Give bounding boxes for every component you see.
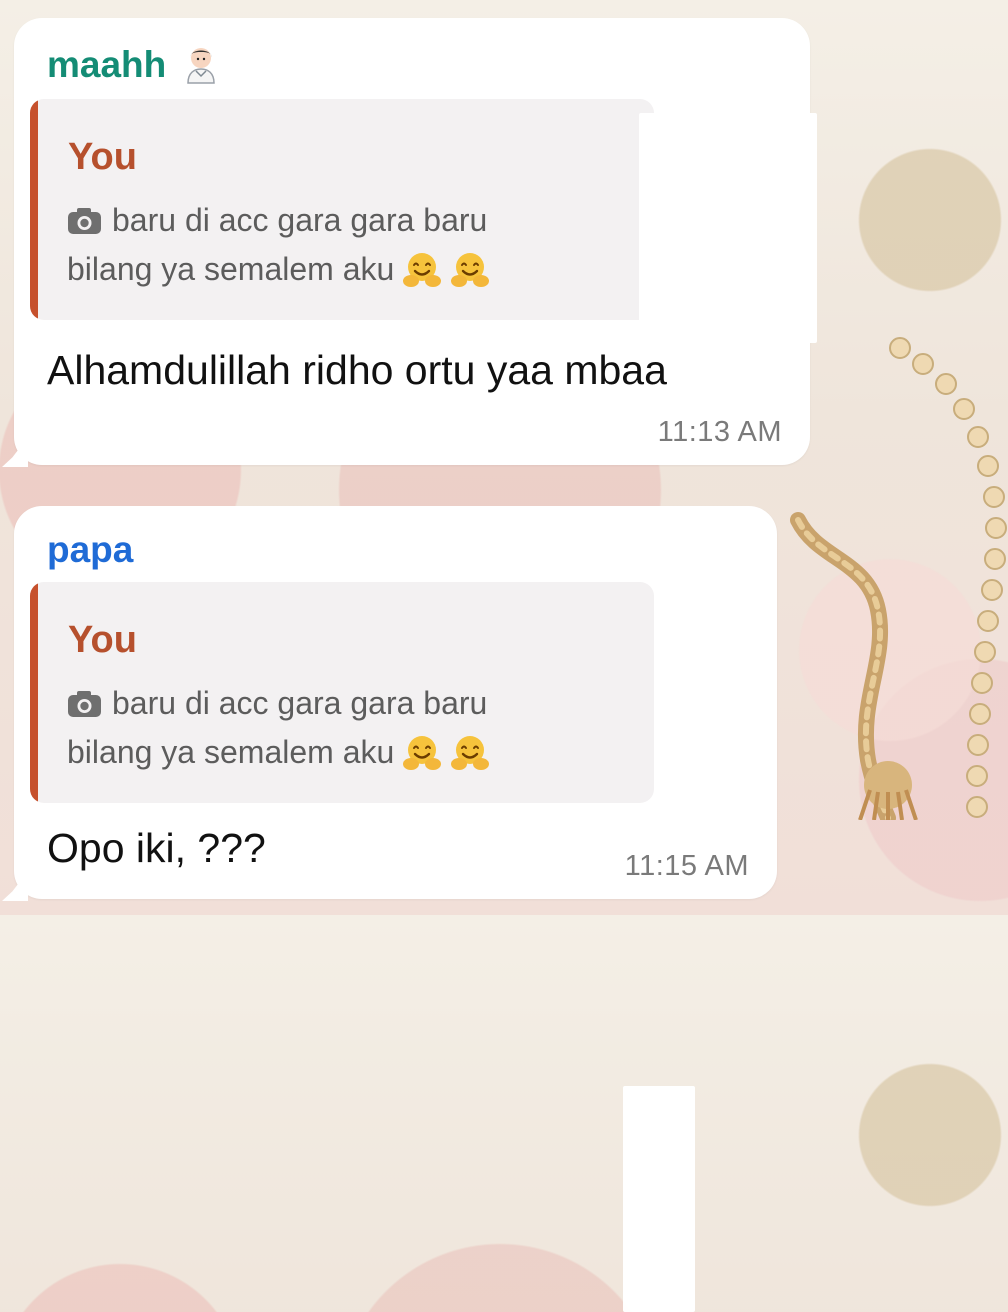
- quoted-author: You: [68, 619, 137, 661]
- smiling-face-with-open-hands-icon: [403, 252, 442, 287]
- smiling-face-with-open-hands-icon: [451, 252, 490, 287]
- sender-name: maahh: [47, 43, 167, 85]
- message-time: 11:15 AM: [624, 850, 749, 882]
- quoted-text-block: baru di acc gara gara baru bilang ya sem…: [67, 196, 607, 294]
- quoted-text-line-1: baru di acc gara gara baru: [112, 685, 488, 721]
- quoted-text-line-1: baru di acc gara gara baru: [112, 202, 488, 238]
- message-bubble[interactable]: maahh You baru di acc gara gara baru bil…: [2, 18, 817, 467]
- decorative-rope-background: [790, 512, 918, 820]
- quoted-author: You: [68, 136, 137, 178]
- woman-health-worker-emoji-icon: [187, 48, 216, 84]
- quoted-text-block: baru di acc gara gara baru bilang ya sem…: [67, 679, 607, 777]
- quoted-line-2: bilang ya semalem aku: [67, 728, 607, 777]
- quoted-text-line-2: bilang ya semalem aku: [67, 734, 395, 770]
- smiling-face-with-open-hands-icon: [451, 735, 490, 770]
- quoted-message[interactable]: You baru di acc gara gara baru bilang ya…: [30, 582, 654, 803]
- bubble-tail: [2, 871, 28, 901]
- message-bubble[interactable]: papa You baru di acc gara gara baru bila…: [2, 506, 777, 1312]
- camera-icon: [68, 207, 101, 234]
- message-time: 11:13 AM: [657, 416, 782, 448]
- camera-icon: [68, 690, 101, 717]
- quoted-line-2: bilang ya semalem aku: [67, 245, 607, 294]
- quoted-message[interactable]: You baru di acc gara gara baru bilang ya…: [30, 99, 654, 320]
- bubble-tail: [2, 437, 28, 467]
- redacted-area: [623, 1086, 695, 1312]
- quoted-line-1: baru di acc gara gara baru: [67, 679, 607, 728]
- message-text: Opo iki, ???: [47, 825, 266, 871]
- message-text: Alhamdulillah ridho ortu yaa mbaa: [47, 347, 667, 393]
- redacted-area: [639, 113, 817, 343]
- quoted-text-line-2: bilang ya semalem aku: [67, 251, 395, 287]
- smiling-face-with-open-hands-icon: [403, 735, 442, 770]
- quote-accent-bar: [30, 582, 38, 803]
- decorative-beads-background: [889, 337, 1007, 818]
- quote-accent-bar: [30, 99, 38, 320]
- quoted-line-1: baru di acc gara gara baru: [67, 196, 607, 245]
- sender-name-container: maahh: [47, 43, 222, 85]
- sender-name: papa: [47, 529, 134, 570]
